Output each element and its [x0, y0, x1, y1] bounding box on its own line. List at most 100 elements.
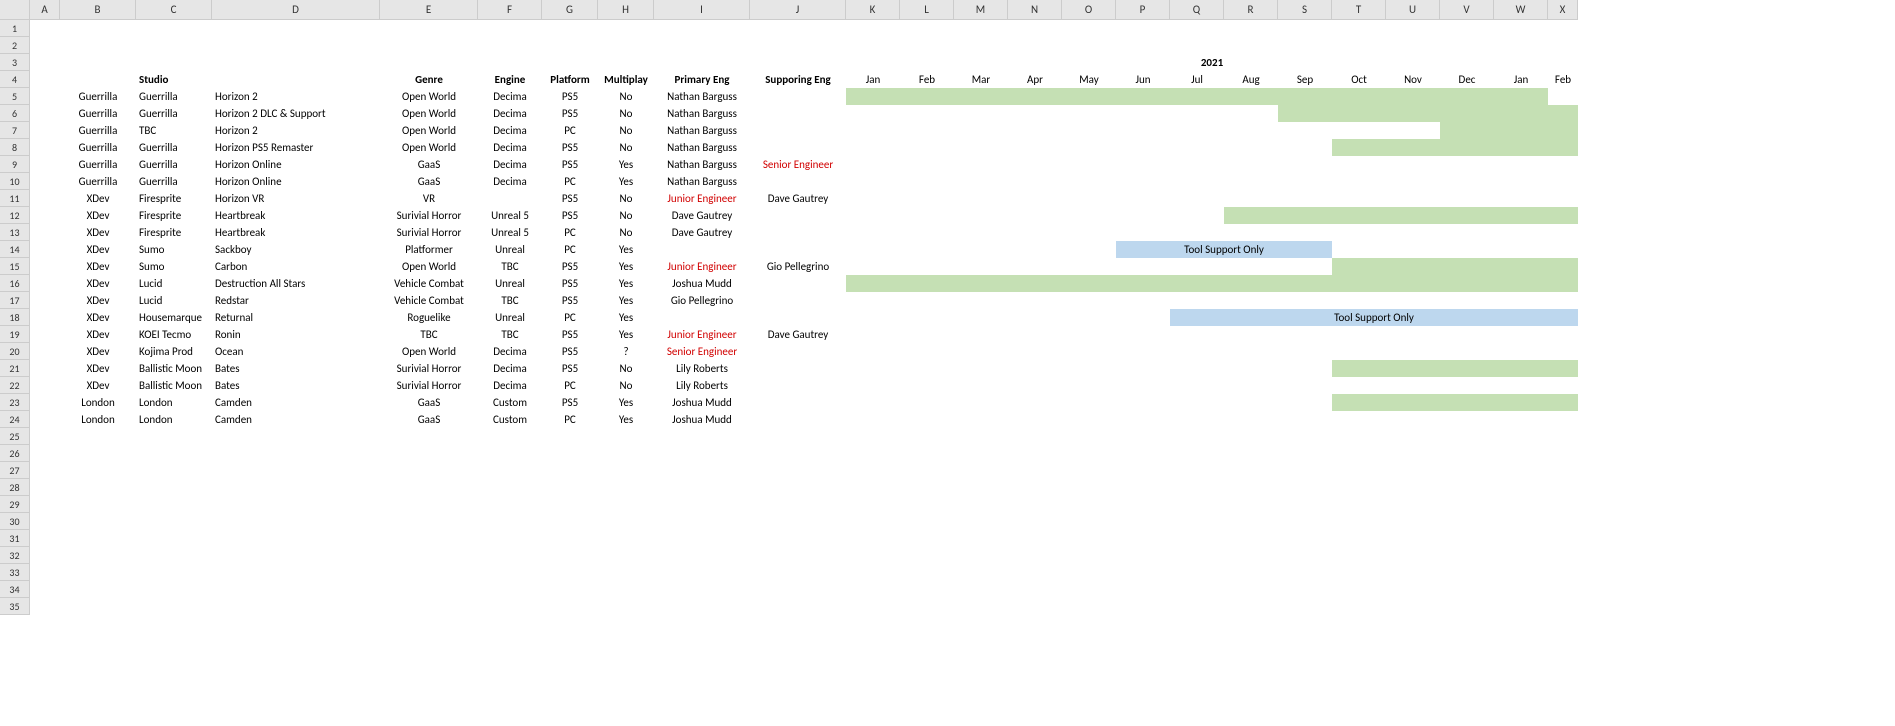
gantt-blank[interactable] [846, 394, 1332, 411]
hdr-month-Dec-11[interactable]: Dec [1440, 71, 1494, 88]
gantt-bar-16[interactable] [1332, 360, 1578, 377]
cell-e-0[interactable]: Open World [380, 88, 478, 105]
cell-i-12[interactable]: Gio Pellegrino [654, 292, 750, 309]
cell-b-1[interactable]: Guerrilla [60, 105, 136, 122]
grid-area[interactable]: 2021StudioGenreEnginePlatformMultiplayPr… [30, 20, 1578, 615]
column-header-Q[interactable]: Q [1170, 0, 1224, 20]
row-header-13[interactable]: 13 [0, 224, 30, 241]
cell-j-17[interactable] [750, 377, 846, 394]
cell-d-8[interactable]: Heartbreak [212, 224, 380, 241]
column-header-C[interactable]: C [136, 0, 212, 20]
row-header-31[interactable]: 31 [0, 530, 30, 547]
cell-b-5[interactable]: Guerrilla [60, 173, 136, 190]
cell-j-13[interactable] [750, 309, 846, 326]
row-header-11[interactable]: 11 [0, 190, 30, 207]
row-header-34[interactable]: 34 [0, 581, 30, 598]
cell-c-11[interactable]: Lucid [136, 275, 212, 292]
cell-i-10[interactable]: Junior Engineer [654, 258, 750, 275]
cell-c-8[interactable]: Firesprite [136, 224, 212, 241]
cell[interactable] [30, 343, 60, 360]
cell-g-9[interactable]: PC [542, 241, 598, 258]
cell-c-7[interactable]: Firesprite [136, 207, 212, 224]
cell-b-2[interactable]: Guerrilla [60, 122, 136, 139]
cell-j-6[interactable]: Dave Gautrey [750, 190, 846, 207]
hdr-month-Jul-6[interactable]: Jul [1170, 71, 1224, 88]
cell[interactable] [30, 292, 60, 309]
hdr-studio[interactable]: Studio [136, 71, 212, 88]
cell-b-13[interactable]: XDev [60, 309, 136, 326]
cell-c-6[interactable]: Firesprite [136, 190, 212, 207]
gantt-bar-13[interactable]: Tool Support Only [1170, 309, 1578, 326]
row-header-33[interactable]: 33 [0, 564, 30, 581]
hdr-month-Feb-1[interactable]: Feb [900, 71, 954, 88]
gantt-blank[interactable] [846, 224, 1578, 241]
hdr-engine[interactable]: Engine [478, 71, 542, 88]
cell[interactable] [30, 156, 60, 173]
cell-i-14[interactable]: Junior Engineer [654, 326, 750, 343]
hdr-genre[interactable]: Genre [380, 71, 478, 88]
cell-h-7[interactable]: No [598, 207, 654, 224]
cell-e-17[interactable]: Surivial Horror [380, 377, 478, 394]
cell-g-5[interactable]: PC [542, 173, 598, 190]
cell-b-3[interactable]: Guerrilla [60, 139, 136, 156]
cell[interactable] [30, 207, 60, 224]
cell-e-10[interactable]: Open World [380, 258, 478, 275]
gantt-bar-7[interactable] [1224, 207, 1578, 224]
hdr-month-Jun-5[interactable]: Jun [1116, 71, 1170, 88]
select-all-corner[interactable] [0, 0, 30, 20]
cell-b-16[interactable]: XDev [60, 360, 136, 377]
cell-h-14[interactable]: Yes [598, 326, 654, 343]
gantt-blank[interactable] [846, 156, 1578, 173]
cell-b-4[interactable]: Guerrilla [60, 156, 136, 173]
hdr-supporting-eng[interactable]: Supporing Eng [750, 71, 846, 88]
row-header-10[interactable]: 10 [0, 173, 30, 190]
cell-g-17[interactable]: PC [542, 377, 598, 394]
column-header-A[interactable]: A [30, 0, 60, 20]
cell-b-17[interactable]: XDev [60, 377, 136, 394]
cell-g-6[interactable]: PS5 [542, 190, 598, 207]
hdr-multiplay[interactable]: Multiplay [598, 71, 654, 88]
cell-h-10[interactable]: Yes [598, 258, 654, 275]
cell-b-7[interactable]: XDev [60, 207, 136, 224]
cell[interactable] [30, 224, 60, 241]
cell-j-5[interactable] [750, 173, 846, 190]
cell-c-15[interactable]: Kojima Prod [136, 343, 212, 360]
cell-g-7[interactable]: PS5 [542, 207, 598, 224]
gantt-bar-0[interactable] [846, 88, 1548, 105]
cell-c-0[interactable]: Guerrilla [136, 88, 212, 105]
empty-cell[interactable] [30, 37, 1578, 54]
cell-b-19[interactable]: London [60, 411, 136, 428]
row-header-32[interactable]: 32 [0, 547, 30, 564]
cell[interactable] [30, 173, 60, 190]
column-header-E[interactable]: E [380, 0, 478, 20]
cell-j-12[interactable] [750, 292, 846, 309]
row-header-4[interactable]: 4 [0, 71, 30, 88]
cell-e-13[interactable]: Roguelike [380, 309, 478, 326]
cell[interactable] [30, 326, 60, 343]
cell-j-7[interactable] [750, 207, 846, 224]
column-header-P[interactable]: P [1116, 0, 1170, 20]
cell-d-10[interactable]: Carbon [212, 258, 380, 275]
cell-h-1[interactable]: No [598, 105, 654, 122]
hdr-month-Jan-12[interactable]: Jan [1494, 71, 1548, 88]
row-header-27[interactable]: 27 [0, 462, 30, 479]
cell-b-0[interactable]: Guerrilla [60, 88, 136, 105]
cell-h-5[interactable]: Yes [598, 173, 654, 190]
cell-h-0[interactable]: No [598, 88, 654, 105]
row-header-5[interactable]: 5 [0, 88, 30, 105]
cell[interactable] [30, 54, 846, 71]
column-header-V[interactable]: V [1440, 0, 1494, 20]
cell-c-2[interactable]: TBC [136, 122, 212, 139]
gantt-blank[interactable] [1548, 88, 1578, 105]
cell-f-9[interactable]: Unreal [478, 241, 542, 258]
gantt-blank[interactable] [846, 258, 1332, 275]
column-header-U[interactable]: U [1386, 0, 1440, 20]
gantt-blank[interactable] [846, 411, 1578, 428]
cell-j-16[interactable] [750, 360, 846, 377]
gantt-blank[interactable] [1332, 241, 1578, 258]
cell-c-5[interactable]: Guerrilla [136, 173, 212, 190]
column-header-B[interactable]: B [60, 0, 136, 20]
cell-i-0[interactable]: Nathan Barguss [654, 88, 750, 105]
cell-h-4[interactable]: Yes [598, 156, 654, 173]
cell-h-11[interactable]: Yes [598, 275, 654, 292]
